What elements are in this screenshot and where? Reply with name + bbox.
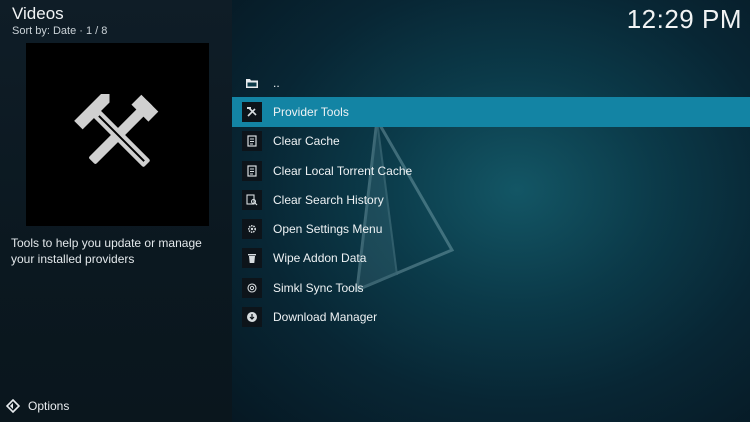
menu-panel: 12:29 PM .. Provider Tools Clear Cache C… [232, 0, 750, 422]
clear-icon [242, 131, 262, 152]
list-item-label: Download Manager [273, 310, 378, 325]
sort-info: Sort by: Date · 1 / 8 [12, 25, 108, 37]
list-item-label: Open Settings Menu [273, 222, 383, 237]
download-icon [242, 307, 262, 328]
list-item-simkl-sync[interactable]: Simkl Sync Tools [232, 273, 750, 302]
hammer-wrench-icon [73, 93, 158, 167]
folder-up-icon [242, 73, 262, 93]
list-item-label: .. [273, 75, 280, 90]
options-label: Options [28, 399, 70, 413]
list-item-label: Provider Tools [273, 104, 349, 119]
clock: 12:29 PM [626, 4, 742, 34]
list-item-open-settings[interactable]: Open Settings Menu [232, 214, 750, 243]
list-item-provider-tools[interactable]: Provider Tools [232, 97, 750, 127]
item-thumbnail [26, 43, 209, 226]
list-item-clear-cache[interactable]: Clear Cache [232, 127, 750, 156]
item-description: Tools to help you update or manage your … [11, 236, 202, 266]
gear-icon [242, 219, 262, 240]
clear-search-icon [242, 189, 262, 210]
list-item-label: Clear Search History [273, 192, 384, 207]
sync-icon [242, 277, 262, 298]
list-item-parent-folder[interactable]: .. [232, 68, 750, 97]
page-header: Videos Sort by: Date · 1 / 8 [12, 4, 107, 38]
list-item-wipe-addon-data[interactable]: Wipe Addon Data [232, 244, 750, 273]
clear-icon [242, 160, 262, 181]
page-title: Videos [12, 4, 64, 23]
tools-icon [242, 101, 262, 122]
list-item-label: Clear Cache [273, 134, 340, 149]
trash-icon [242, 248, 262, 269]
options-icon [6, 399, 20, 413]
list-item-clear-torrent-cache[interactable]: Clear Local Torrent Cache [232, 156, 750, 185]
options-button[interactable]: Options [6, 399, 69, 413]
list-item-label: Simkl Sync Tools [273, 280, 364, 295]
list-item-download-manager[interactable]: Download Manager [232, 302, 750, 331]
list-item-label: Clear Local Torrent Cache [273, 163, 413, 178]
menu-list: .. Provider Tools Clear Cache Clear Loca… [232, 68, 750, 332]
list-item-label: Wipe Addon Data [273, 251, 367, 266]
info-panel: Videos Sort by: Date · 1 / 8 Tools to he… [0, 0, 232, 422]
list-item-clear-search-history[interactable]: Clear Search History [232, 185, 750, 214]
